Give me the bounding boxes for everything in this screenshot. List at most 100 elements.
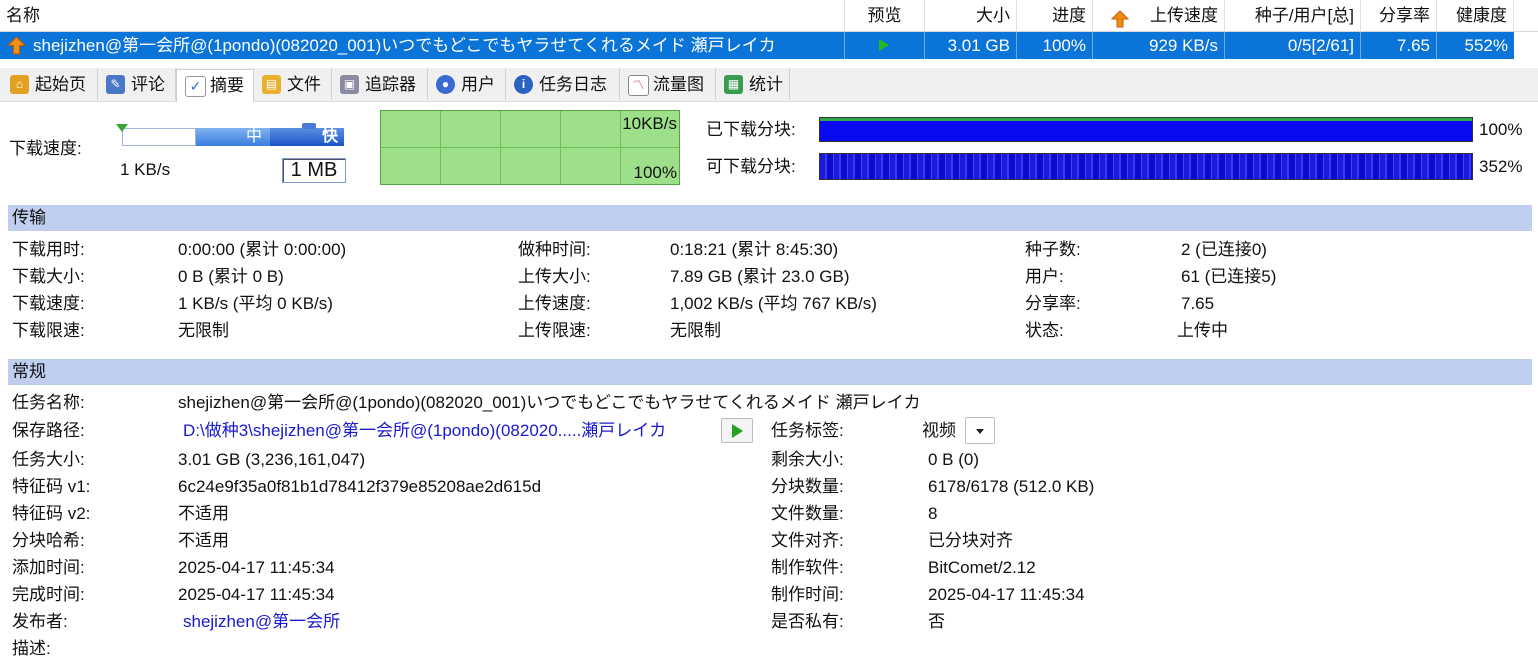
- column-health[interactable]: 健康度: [1437, 0, 1514, 31]
- available-pieces-percent: 352%: [1479, 157, 1523, 176]
- general-label: 文件数量:: [771, 504, 844, 523]
- general-value: 0 B (0): [928, 450, 980, 469]
- general-value: 已分块对齐: [928, 531, 1013, 550]
- downloaded-pieces-label: 已下载分块:: [706, 120, 796, 139]
- transfer-label: 种子数:: [1025, 240, 1081, 259]
- general-label: 添加时间:: [12, 558, 85, 577]
- description-label: 描述:: [12, 639, 51, 658]
- transfer-label: 做种时间:: [518, 240, 591, 259]
- general-label: 是否私有:: [771, 612, 844, 631]
- publisher-link[interactable]: shejizhen@第一会所: [183, 611, 340, 633]
- task-row-health: 552%: [1464, 36, 1508, 55]
- play-icon: [732, 424, 743, 438]
- transfer-label: 分享率:: [1025, 294, 1081, 313]
- tab-label: 文件: [287, 75, 321, 94]
- play-icon[interactable]: [879, 39, 889, 51]
- info-icon: i: [514, 75, 533, 94]
- tab-label: 起始页: [35, 75, 86, 94]
- downloaded-pieces-percent: 100%: [1479, 120, 1523, 139]
- tab-traffic-graph[interactable]: 〽 流量图: [620, 69, 716, 100]
- task-row-seeds-peers: 0/5[2/61]: [1225, 32, 1361, 59]
- general-label: 分块数量:: [771, 477, 844, 496]
- chevron-down-icon: [976, 429, 984, 434]
- transfer-value: 0:18:21 (累计 8:45:30): [670, 240, 839, 259]
- transfer-value: 0 B (累计 0 B): [178, 267, 284, 286]
- task-name-label: 任务名称:: [12, 393, 85, 412]
- general-label: 制作时间:: [771, 585, 844, 604]
- tab-trackers[interactable]: ▣ 追踪器: [332, 69, 428, 100]
- task-row-selected[interactable]: shejizhen@第一会所@(1pondo)(082020_001)いつでもど…: [0, 32, 1514, 59]
- column-seeds-peers[interactable]: 种子/用户[总]: [1225, 0, 1361, 31]
- general-value: 3.01 GB (3,236,161,047): [178, 450, 366, 469]
- task-row-progress: 100%: [1017, 32, 1093, 59]
- slider-slow-segment: [122, 128, 196, 146]
- task-row-size: 3.01 GB: [925, 32, 1017, 59]
- transfer-value: 7.65: [1181, 294, 1215, 313]
- tab-label: 摘要: [210, 76, 244, 95]
- general-value: 2025-04-17 11:45:34: [928, 585, 1085, 604]
- transfer-value: 上传中: [1177, 321, 1228, 340]
- general-value: 2025-04-17 11:45:34: [178, 585, 335, 604]
- graph-max-label: 10KB/s: [622, 114, 677, 133]
- column-progress[interactable]: 进度: [1017, 0, 1093, 31]
- task-row-upload-speed: 929 KB/s: [1093, 32, 1225, 59]
- transfer-label: 下载大小:: [12, 267, 85, 286]
- column-upload-speed[interactable]: 上传速度: [1093, 0, 1225, 31]
- task-tag-dropdown-button[interactable]: [965, 417, 995, 444]
- column-size[interactable]: 大小: [925, 0, 1017, 31]
- tab-start-page[interactable]: ⌂ 起始页: [2, 69, 98, 100]
- task-tag-value: 视频: [922, 421, 956, 440]
- detail-tab-bar: ⌂ 起始页 ✎ 评论 ✓ 摘要 ▤ 文件 ▣ 追踪器 ● 用户 i 任务日志 〽…: [0, 68, 1538, 102]
- column-ratio[interactable]: 分享率: [1361, 0, 1437, 31]
- tab-users[interactable]: ● 用户: [428, 69, 506, 100]
- transfer-value: 0:00:00 (累计 0:00:00): [178, 240, 347, 259]
- tab-label: 统计: [749, 75, 783, 94]
- open-folder-play-button[interactable]: [721, 418, 753, 443]
- tab-label: 追踪器: [365, 75, 416, 94]
- task-tag-label: 任务标签:: [771, 421, 844, 440]
- stats-icon: ▦: [724, 75, 743, 94]
- general-label: 特征码 v1:: [12, 477, 91, 496]
- general-value: BitComet/2.12: [928, 558, 1036, 577]
- tab-comments[interactable]: ✎ 评论: [98, 69, 176, 100]
- home-icon: ⌂: [10, 75, 29, 94]
- graph-gridline: [381, 147, 679, 148]
- transfer-label: 上传速度:: [518, 294, 591, 313]
- transfer-label: 状态:: [1025, 321, 1064, 340]
- tab-summary[interactable]: ✓ 摘要: [176, 69, 254, 102]
- transfer-label: 下载限速:: [12, 321, 85, 340]
- sort-up-arrow-icon: [1110, 7, 1130, 28]
- general-label: 制作软件:: [771, 558, 844, 577]
- task-row-name: shejizhen@第一会所@(1pondo)(082020_001)いつでもど…: [33, 36, 776, 55]
- tab-label: 任务日志: [539, 75, 607, 94]
- tab-label: 用户: [461, 75, 495, 94]
- speed-limit-input[interactable]: [282, 158, 346, 183]
- column-preview[interactable]: 预览: [845, 0, 925, 31]
- tab-statistics[interactable]: ▦ 统计: [716, 69, 790, 100]
- transfer-value: 无限制: [670, 321, 721, 340]
- slider-thumb-green-icon[interactable]: [116, 117, 128, 132]
- task-row-name-cell: shejizhen@第一会所@(1pondo)(082020_001)いつでもど…: [0, 32, 845, 59]
- task-row-preview-cell[interactable]: [845, 32, 925, 59]
- transfer-value: 无限制: [178, 321, 229, 340]
- transfer-value: 1,002 KB/s (平均 767 KB/s): [670, 294, 877, 313]
- save-path-link[interactable]: D:\做种3\shejizhen@第一会所@(1pondo)(082020...…: [183, 420, 666, 442]
- tab-task-log[interactable]: i 任务日志: [506, 69, 620, 100]
- graph-percent-label: 100%: [633, 163, 677, 182]
- tab-label: 流量图: [653, 75, 704, 94]
- slider-mid-segment: 中: [196, 128, 270, 146]
- speed-mini-graph: 10KB/s 100%: [380, 110, 680, 185]
- general-label: 剩余大小:: [771, 450, 844, 469]
- general-value: 不适用: [178, 531, 229, 550]
- task-list-header: 名称 预览 大小 进度 上传速度 种子/用户[总] 分享率 健康度: [0, 0, 1538, 32]
- section-general-header: 常规: [8, 359, 1532, 385]
- general-value: 6c24e9f35a0f81b1d78412f379e85208ae2d615d: [178, 477, 542, 496]
- publisher-label: 发布者:: [12, 612, 68, 631]
- transfer-value: 7.89 GB (累计 23.0 GB): [670, 267, 850, 286]
- slider-thumb-blue-icon[interactable]: [302, 117, 316, 129]
- download-speed-label: 下载速度:: [9, 139, 82, 158]
- tab-files[interactable]: ▤ 文件: [254, 69, 332, 100]
- general-value: 否: [928, 612, 945, 631]
- task-row-ratio: 7.65: [1361, 32, 1437, 59]
- column-name[interactable]: 名称: [0, 0, 845, 31]
